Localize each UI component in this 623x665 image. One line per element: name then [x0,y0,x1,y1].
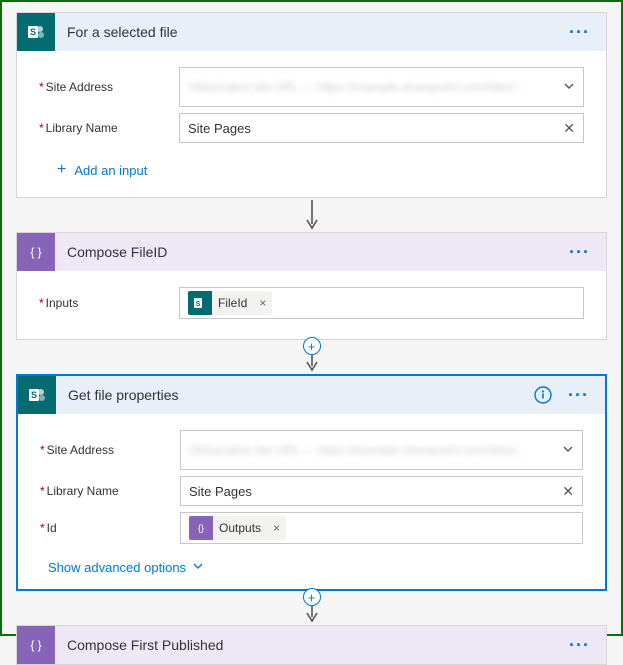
step-title: For a selected file [67,24,563,40]
connector-arrow [16,198,607,232]
id-field[interactable]: {} Outputs × [180,512,583,544]
show-advanced-button[interactable]: Show advanced options [40,550,583,575]
step-get-file-properties: S Get file properties ··· Site Address O… [16,374,607,591]
svg-text:S: S [196,301,201,308]
more-icon[interactable]: ··· [563,635,596,656]
site-address-dropdown[interactable]: Obfuscated site URL — https://example.sh… [180,430,583,470]
step-for-selected-file: S For a selected file ··· Site Address O… [16,12,607,198]
chevron-down-icon[interactable] [562,443,574,458]
sharepoint-icon: S [18,376,56,414]
step-body: Site Address Obfuscated site URL — https… [17,51,606,197]
token-label: FileId [212,296,253,310]
token-remove-icon[interactable]: × [267,521,286,535]
svg-text:{}: {} [198,523,204,533]
library-value: Site Pages [188,121,559,136]
library-label: Library Name [39,121,179,135]
svg-text:{ }: { } [30,638,41,652]
step-header[interactable]: { } Compose First Published ··· [17,626,606,664]
add-input-button[interactable]: + Add an input [39,149,584,183]
step-title: Compose FileID [67,244,563,260]
info-icon[interactable] [530,382,556,408]
svg-text:S: S [31,390,37,400]
token-outputs[interactable]: {} Outputs × [189,516,286,540]
svg-text:{ }: { } [30,245,41,259]
advanced-label: Show advanced options [48,560,186,575]
step-compose-fileid: { } Compose FileID ··· Inputs S FileId × [16,232,607,340]
more-icon[interactable]: ··· [563,22,596,43]
library-dropdown[interactable]: Site Pages ✕ [179,113,584,143]
step-body: Inputs S FileId × [17,271,606,339]
add-step-button[interactable]: + [303,588,321,606]
clear-icon[interactable]: ✕ [563,120,575,137]
library-label: Library Name [40,484,180,498]
step-title: Compose First Published [67,637,563,653]
step-compose-first-published: { } Compose First Published ··· [16,625,607,665]
token-remove-icon[interactable]: × [253,296,272,310]
clear-icon[interactable]: ✕ [562,483,574,500]
inputs-label: Inputs [39,296,179,310]
step-title: Get file properties [68,387,530,403]
add-input-label: Add an input [74,163,147,178]
id-label: Id [40,521,180,535]
more-icon[interactable]: ··· [562,385,595,406]
chevron-down-icon[interactable] [563,80,575,95]
site-address-value: Obfuscated site URL — https://example.sh… [189,442,558,459]
add-step-button[interactable]: + [303,337,321,355]
sharepoint-icon: S [17,13,55,51]
more-icon[interactable]: ··· [563,242,596,263]
svg-text:S: S [30,27,36,37]
site-address-dropdown[interactable]: Obfuscated site URL — https://example.sh… [179,67,584,107]
token-label: Outputs [213,521,267,535]
token-fileid[interactable]: S FileId × [188,291,272,315]
step-header[interactable]: S Get file properties ··· [18,376,605,414]
step-body: Site Address Obfuscated site URL — https… [18,414,605,589]
site-address-label: Site Address [39,80,179,94]
compose-icon: {} [189,516,213,540]
sharepoint-icon: S [188,291,212,315]
compose-icon: { } [17,626,55,664]
chevron-down-icon [192,560,204,575]
step-header[interactable]: S For a selected file ··· [17,13,606,51]
library-dropdown[interactable]: Site Pages ✕ [180,476,583,506]
step-header[interactable]: { } Compose FileID ··· [17,233,606,271]
connector-arrow: + [16,591,607,625]
library-value: Site Pages [189,484,558,499]
connector-arrow: + [16,340,607,374]
plus-icon: + [57,161,66,179]
compose-icon: { } [17,233,55,271]
site-address-label: Site Address [40,443,180,457]
site-address-value: Obfuscated site URL — https://example.sh… [188,79,559,96]
inputs-field[interactable]: S FileId × [179,287,584,319]
